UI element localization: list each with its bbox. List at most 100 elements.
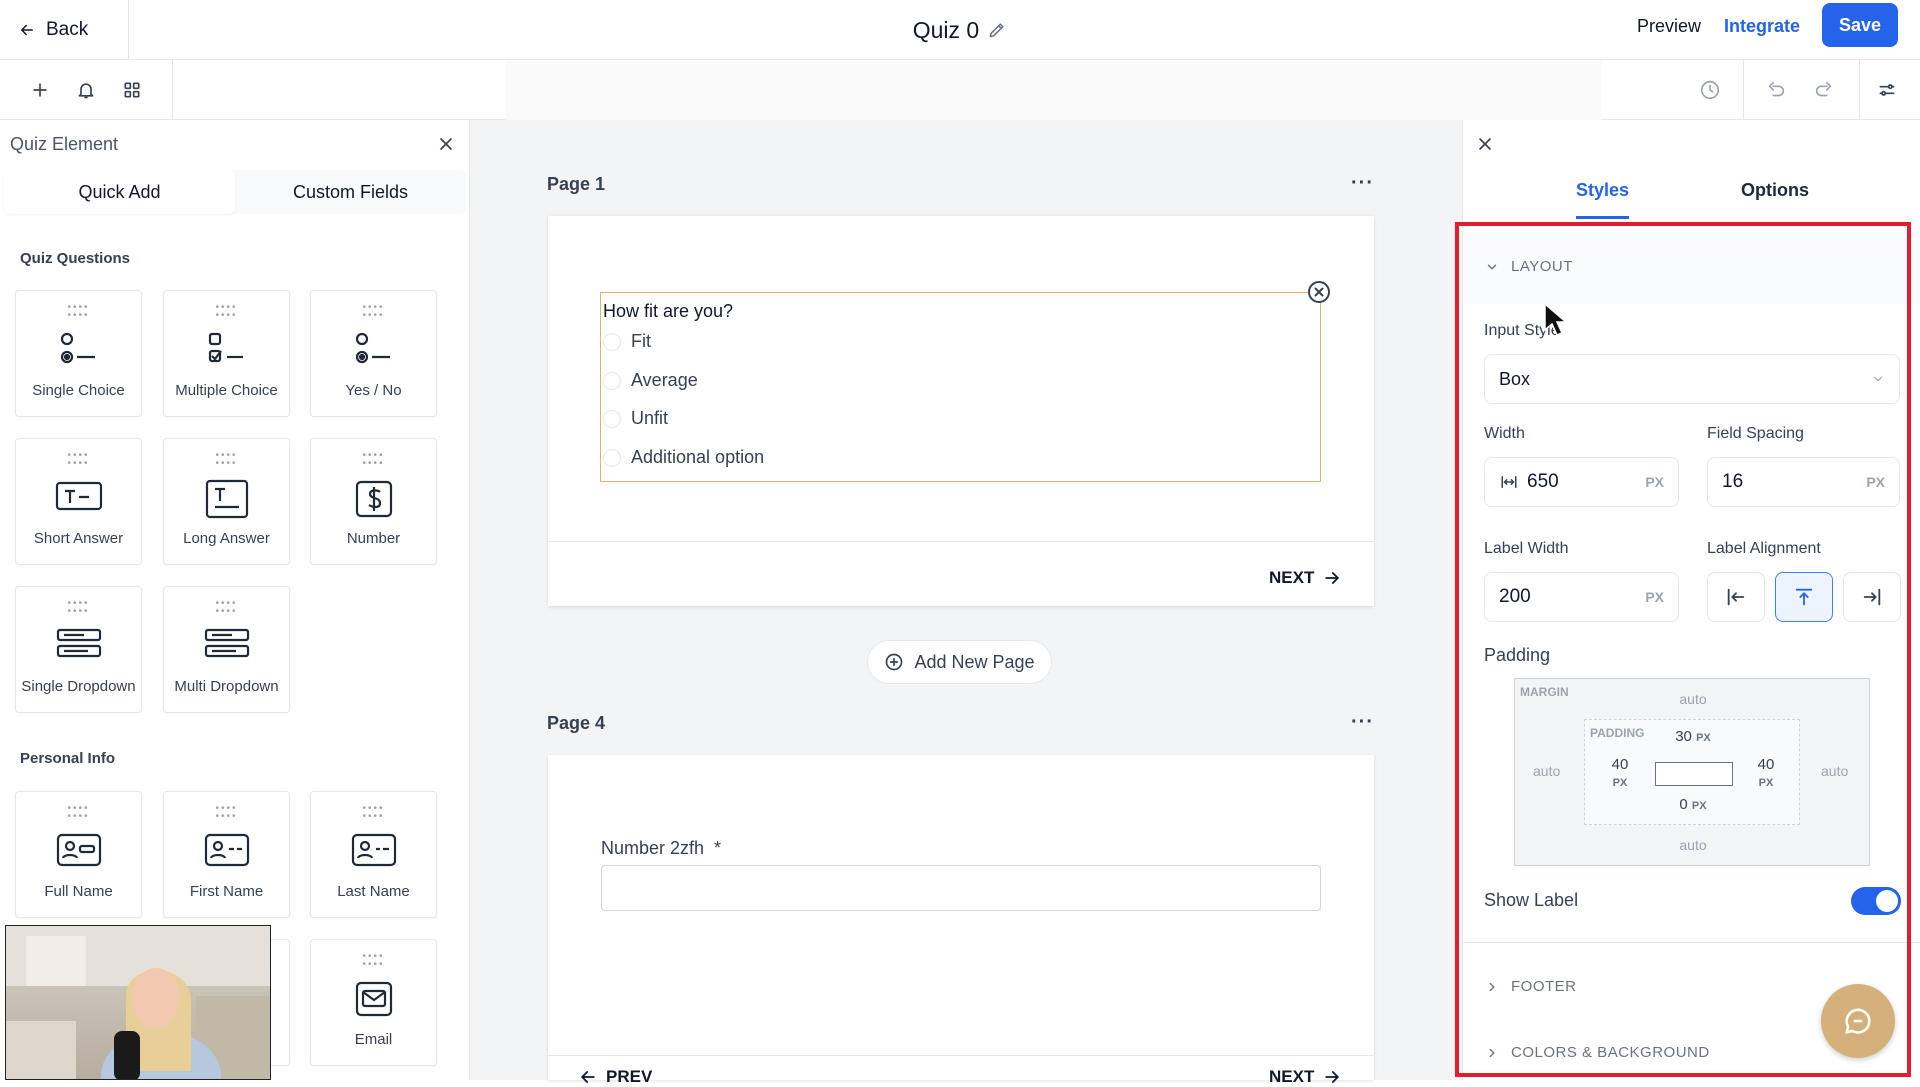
margin-bottom[interactable]: auto	[1515, 837, 1871, 853]
padding-left-value: 40	[1611, 756, 1629, 773]
element-label: Single Choice	[32, 382, 125, 399]
align-top-button[interactable]	[1775, 572, 1833, 622]
back-button[interactable]: Back	[18, 14, 88, 46]
save-button[interactable]: Save	[1822, 3, 1898, 47]
margin-right[interactable]: auto	[1821, 763, 1848, 779]
remove-question-button[interactable]	[1307, 280, 1331, 304]
padding-box: PADDING 30 PX 40 PX 40 PX 0 PX	[1584, 719, 1800, 825]
show-label-label: Show Label	[1484, 890, 1579, 910]
element-single-dropdown[interactable]: •••• •••• Single Dropdown	[15, 586, 142, 713]
element-long-answer[interactable]: •••• •••• Long Answer	[163, 438, 290, 565]
bell-icon	[78, 83, 94, 99]
active-tab-indicator	[1576, 216, 1629, 219]
settings-button[interactable]	[1873, 76, 1901, 104]
chevron-right-icon	[1489, 982, 1495, 991]
dropdown-icon	[204, 628, 249, 658]
required-mark: *	[714, 838, 722, 858]
mouse-cursor	[1543, 302, 1569, 338]
radio-button[interactable]	[603, 448, 621, 467]
tab-quick-add[interactable]: Quick Add	[4, 170, 235, 214]
width-input[interactable]: 650 PX	[1484, 457, 1679, 507]
undo-button[interactable]	[1762, 76, 1790, 104]
chat-widget-button[interactable]	[1821, 984, 1895, 1058]
drag-handle-icon: •••• ••••	[215, 302, 238, 321]
radio-button[interactable]	[603, 409, 621, 428]
padding-top-value: 30	[1675, 728, 1692, 745]
element-label: Multi Dropdown	[174, 678, 279, 695]
margin-top[interactable]: auto	[1515, 691, 1871, 707]
number-input[interactable]	[601, 865, 1321, 911]
section-title-quiz-questions: Quiz Questions	[20, 250, 131, 267]
clock-icon	[1700, 80, 1720, 100]
element-email[interactable]: •••• •••• Email	[310, 939, 437, 1066]
question-block[interactable]: How fit are you? Fit Average Unfit Addit…	[600, 292, 1321, 482]
radio-button[interactable]	[603, 371, 621, 390]
align-right-button[interactable]	[1843, 572, 1901, 622]
plus-circle-icon	[886, 653, 903, 671]
tab-styles[interactable]: Styles	[1576, 180, 1629, 201]
margin-left[interactable]: auto	[1533, 763, 1560, 779]
footer-section-toggle[interactable]: FOOTER	[1485, 978, 1577, 995]
divider	[548, 541, 1374, 542]
page-1-more-button[interactable]: ···	[1351, 172, 1374, 195]
option-unfit[interactable]: Unfit	[603, 408, 668, 429]
preview-button[interactable]: Preview	[1637, 16, 1701, 37]
option-average[interactable]: Average	[603, 370, 698, 391]
element-last-name[interactable]: •••• •••• Last Name	[310, 791, 437, 918]
colors-section-toggle[interactable]: COLORS & BACKGROUND	[1485, 1044, 1710, 1061]
page-4-more-button[interactable]: ···	[1351, 711, 1374, 734]
tab-options[interactable]: Options	[1741, 180, 1809, 201]
add-element-button[interactable]	[26, 76, 54, 104]
close-styles-panel-button[interactable]	[1475, 134, 1495, 154]
close-panel-button[interactable]	[436, 134, 456, 154]
history-button[interactable]	[1696, 76, 1724, 104]
option-fit[interactable]: Fit	[603, 331, 651, 352]
padding-top[interactable]: 30 PX	[1585, 728, 1801, 745]
element-first-name[interactable]: •••• •••• First Name	[163, 791, 290, 918]
prev-button[interactable]: PREV	[578, 1067, 652, 1087]
element-multi-dropdown[interactable]: •••• •••• Multi Dropdown	[163, 586, 290, 713]
arrow-right-icon	[1325, 1071, 1340, 1083]
padding-left[interactable]: 40 PX	[1605, 756, 1635, 790]
pencil-icon[interactable]	[987, 20, 1007, 40]
padding-right-value: 40	[1757, 756, 1775, 773]
input-style-select[interactable]: Box	[1484, 354, 1900, 404]
element-yes-no[interactable]: •••• •••• Yes / No	[310, 290, 437, 417]
next-button[interactable]: NEXT	[1269, 568, 1342, 588]
back-label: Back	[46, 19, 89, 40]
label-width-input[interactable]: 200 PX	[1484, 572, 1679, 622]
padding-right[interactable]: 40 PX	[1751, 756, 1781, 790]
drag-handle-icon: •••• ••••	[215, 450, 238, 469]
element-full-name[interactable]: •••• •••• Full Name	[15, 791, 142, 918]
padding-bottom[interactable]: 0 PX	[1585, 796, 1801, 813]
redo-button[interactable]	[1810, 76, 1838, 104]
option-additional[interactable]: Additional option	[603, 447, 764, 468]
next-button[interactable]: NEXT	[1269, 1067, 1342, 1087]
padding-bottom-value: 0	[1679, 796, 1688, 813]
tab-custom-fields[interactable]: Custom Fields	[235, 170, 466, 214]
webcam-video-image	[6, 926, 270, 1079]
box-model-editor: MARGIN auto auto auto auto PADDING 30 PX…	[1514, 678, 1870, 866]
element-number[interactable]: •••• •••• Number	[310, 438, 437, 565]
layout-section-toggle[interactable]: LAYOUT	[1485, 258, 1573, 275]
footer-section-label: FOOTER	[1511, 978, 1577, 995]
drag-handle-icon: •••• ••••	[67, 302, 90, 321]
option-label: Unfit	[631, 408, 669, 428]
padding-label: Padding	[1484, 645, 1551, 665]
element-multiple-choice[interactable]: •••• •••• Multiple Choice	[163, 290, 290, 417]
align-left-button[interactable]	[1707, 572, 1765, 622]
radio-button[interactable]	[603, 332, 621, 351]
integrate-button[interactable]: Integrate	[1724, 16, 1800, 37]
element-short-answer[interactable]: •••• •••• Short Answer	[15, 438, 142, 565]
single-choice-icon	[60, 332, 95, 364]
quiz-title[interactable]: Quiz 0	[913, 17, 979, 44]
element-single-choice[interactable]: •••• •••• Single Choice	[15, 290, 142, 417]
add-new-page-button[interactable]: Add New Page	[867, 640, 1052, 684]
show-label-toggle[interactable]	[1851, 887, 1901, 915]
layout-grid-button[interactable]	[118, 76, 146, 104]
notifications-button[interactable]	[72, 76, 100, 104]
panel-title: Quiz Element	[10, 134, 119, 154]
add-page-label: Add New Page	[914, 651, 1035, 672]
field-spacing-input[interactable]: 16 PX	[1707, 457, 1900, 507]
prev-label: PREV	[606, 1067, 653, 1086]
